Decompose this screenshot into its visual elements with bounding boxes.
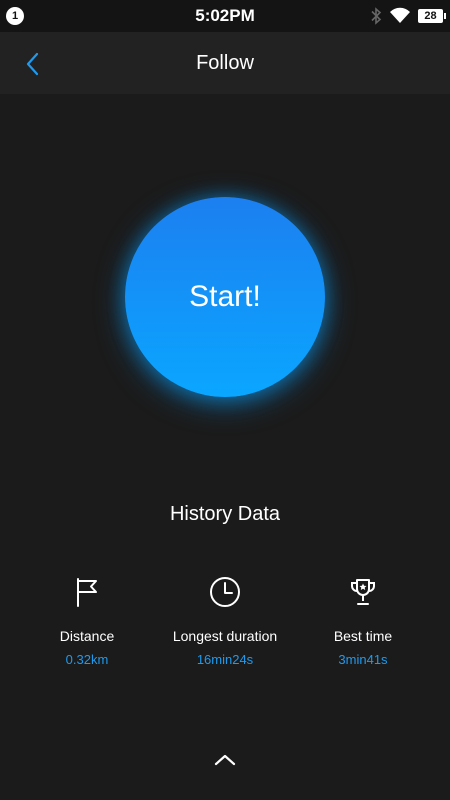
battery-icon: 28 bbox=[418, 9, 446, 23]
expand-button[interactable] bbox=[206, 746, 244, 774]
stat-value: 3min41s bbox=[338, 652, 388, 667]
start-button-label: Start! bbox=[189, 280, 261, 313]
stat-value: 16min24s bbox=[196, 652, 254, 667]
trophy-icon bbox=[351, 579, 375, 605]
flag-icon bbox=[77, 578, 97, 607]
stat-distance: Distance 0.32km bbox=[12, 572, 162, 667]
history-title: History Data bbox=[169, 503, 281, 525]
stat-longest-duration: Longest duration 16min24s bbox=[150, 572, 300, 667]
stat-label: Distance bbox=[59, 628, 115, 644]
page-title: Follow bbox=[196, 52, 254, 74]
app-bar: Follow bbox=[0, 32, 450, 94]
clock-icon bbox=[210, 577, 240, 607]
stat-label: Longest duration bbox=[172, 628, 278, 644]
stat-value: 0.32km bbox=[65, 652, 109, 667]
chevron-up-icon bbox=[214, 754, 236, 766]
status-bar: 1 5:02PM 28 bbox=[0, 0, 450, 32]
stat-label: Best time bbox=[333, 628, 393, 644]
start-button[interactable]: Start! bbox=[125, 197, 325, 397]
wifi-icon bbox=[390, 7, 410, 23]
stat-best-time: Best time 3min41s bbox=[288, 572, 438, 667]
bluetooth-icon bbox=[371, 7, 382, 25]
